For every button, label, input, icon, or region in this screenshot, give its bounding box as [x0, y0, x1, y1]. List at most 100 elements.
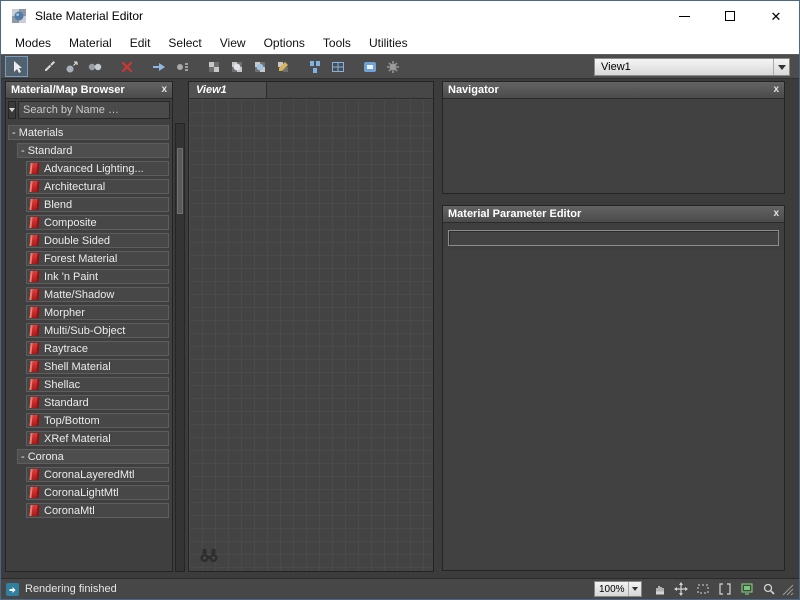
material-list-item[interactable]: Standard [26, 395, 169, 410]
material-label: Ink 'n Paint [44, 271, 98, 283]
select-tool-button[interactable] [5, 56, 28, 77]
put-material-to-scene-button[interactable] [83, 56, 106, 77]
navigator-body[interactable] [443, 99, 784, 193]
material-id-channel-button[interactable] [358, 56, 381, 77]
parameter-editor-close-button[interactable]: x [773, 209, 779, 219]
minimize-button[interactable] [661, 1, 707, 31]
show-shaded-material-button[interactable] [225, 56, 248, 77]
zoom-percent-dropdown[interactable]: 100% [594, 581, 642, 597]
binoculars-icon[interactable] [199, 548, 219, 563]
delete-selected-button[interactable] [115, 56, 138, 77]
material-list-item[interactable]: Ink 'n Paint [26, 269, 169, 284]
material-parameter-editor-panel: Material Parameter Editor x [442, 205, 785, 571]
pan-hand-button[interactable] [649, 581, 668, 598]
pan-arrows-button[interactable] [671, 581, 690, 598]
zoom-magnifier-icon [762, 582, 776, 596]
view-tab-label: View1 [196, 84, 227, 96]
material-list-item[interactable]: Double Sided [26, 233, 169, 248]
material-label: - Corona [21, 451, 64, 463]
material-list-item[interactable]: Matte/Shadow [26, 287, 169, 302]
material-list-item[interactable]: Raytrace [26, 341, 169, 356]
scrollbar-thumb[interactable] [177, 148, 183, 214]
material-sample-icon [29, 253, 39, 264]
material-group-header[interactable]: - Corona [17, 449, 169, 464]
material-list-item[interactable]: Forest Material [26, 251, 169, 266]
maximize-icon [725, 11, 735, 21]
parameter-editor-field[interactable] [448, 230, 779, 246]
show-realistic-material-button[interactable] [248, 56, 271, 77]
material-list-item[interactable]: Morpher [26, 305, 169, 320]
checker-background-icon [206, 59, 222, 75]
browser-close-button[interactable]: x [161, 85, 167, 95]
material-list-item[interactable]: CoronaLayeredMtl [26, 467, 169, 482]
maximize-viewport-button[interactable] [737, 581, 756, 598]
toolbar-separator [28, 55, 37, 78]
material-label: XRef Material [44, 433, 111, 445]
menu-tools[interactable]: Tools [314, 33, 360, 53]
tab-view1[interactable]: View1 [189, 82, 267, 98]
material-list-item[interactable]: Top/Bottom [26, 413, 169, 428]
menu-material[interactable]: Material [60, 33, 121, 53]
material-id-icon [362, 59, 378, 75]
material-label: Double Sided [44, 235, 110, 247]
zoom-region-button[interactable] [693, 581, 712, 598]
move-children-button[interactable] [147, 56, 170, 77]
assign-material-button[interactable] [60, 56, 83, 77]
menu-edit[interactable]: Edit [121, 33, 160, 53]
material-list-item[interactable]: XRef Material [26, 431, 169, 446]
material-label: Composite [44, 217, 97, 229]
material-list-item[interactable]: Shell Material [26, 359, 169, 374]
minimize-icon [679, 16, 690, 17]
hide-unused-nodeslots-button[interactable] [170, 56, 193, 77]
material-list-item[interactable]: Composite [26, 215, 169, 230]
navigator-panel: Navigator x [442, 81, 785, 194]
pan-hand-icon [652, 582, 666, 596]
close-x-icon: x [161, 84, 167, 95]
material-label: Raytrace [44, 343, 88, 355]
menu-modes[interactable]: Modes [6, 33, 60, 53]
show-background-button[interactable] [202, 56, 225, 77]
navigator-close-button[interactable]: x [773, 85, 779, 95]
view-selector-dropdown[interactable]: View1 [594, 58, 790, 76]
options-gear-button[interactable] [381, 56, 404, 77]
browser-scrollbar[interactable] [175, 123, 185, 572]
material-list-item[interactable]: Advanced Lighting... [26, 161, 169, 176]
menu-utilities[interactable]: Utilities [360, 33, 417, 53]
material-sample-icon [29, 415, 39, 426]
dropdown-arrow-icon [628, 582, 641, 596]
material-sample-icon [29, 379, 39, 390]
layout-children-button[interactable] [326, 56, 349, 77]
render-map-button[interactable] [271, 56, 294, 77]
material-group-header[interactable]: - Standard [17, 143, 169, 158]
material-list-item[interactable]: Multi/Sub-Object [26, 323, 169, 338]
maximize-button[interactable] [707, 1, 753, 31]
material-list-item[interactable]: Blend [26, 197, 169, 212]
zoom-tool-button[interactable] [759, 581, 778, 598]
app-icon [11, 8, 27, 24]
toolbar-separator [106, 55, 115, 78]
material-list-item[interactable]: Shellac [26, 377, 169, 392]
close-button[interactable]: ✕ [753, 1, 799, 31]
node-view-canvas[interactable] [189, 99, 433, 571]
zoom-extents-button[interactable] [715, 581, 734, 598]
layout-vertical-icon [307, 59, 323, 75]
menu-select[interactable]: Select [159, 33, 210, 53]
status-message: Rendering finished [25, 583, 117, 595]
material-list-item[interactable]: Architectural [26, 179, 169, 194]
material-list-item[interactable]: CoronaLightMtl [26, 485, 169, 500]
material-spheres-icon [87, 59, 103, 75]
material-group-header[interactable]: - Materials [8, 125, 169, 140]
layout-all-vertical-button[interactable] [303, 56, 326, 77]
search-by-name-input[interactable] [18, 101, 170, 119]
material-sample-icon [29, 343, 39, 354]
material-label: Matte/Shadow [44, 289, 114, 301]
browser-options-button[interactable] [8, 101, 16, 119]
material-list-item[interactable]: CoronaMtl [26, 503, 169, 518]
resize-grip-icon[interactable] [781, 583, 794, 596]
material-sample-icon [29, 361, 39, 372]
parameter-editor-header: Material Parameter Editor x [443, 206, 784, 223]
menu-options[interactable]: Options [255, 33, 314, 53]
menu-view[interactable]: View [211, 33, 255, 53]
window-controls: ✕ [661, 1, 799, 31]
pick-material-button[interactable] [37, 56, 60, 77]
